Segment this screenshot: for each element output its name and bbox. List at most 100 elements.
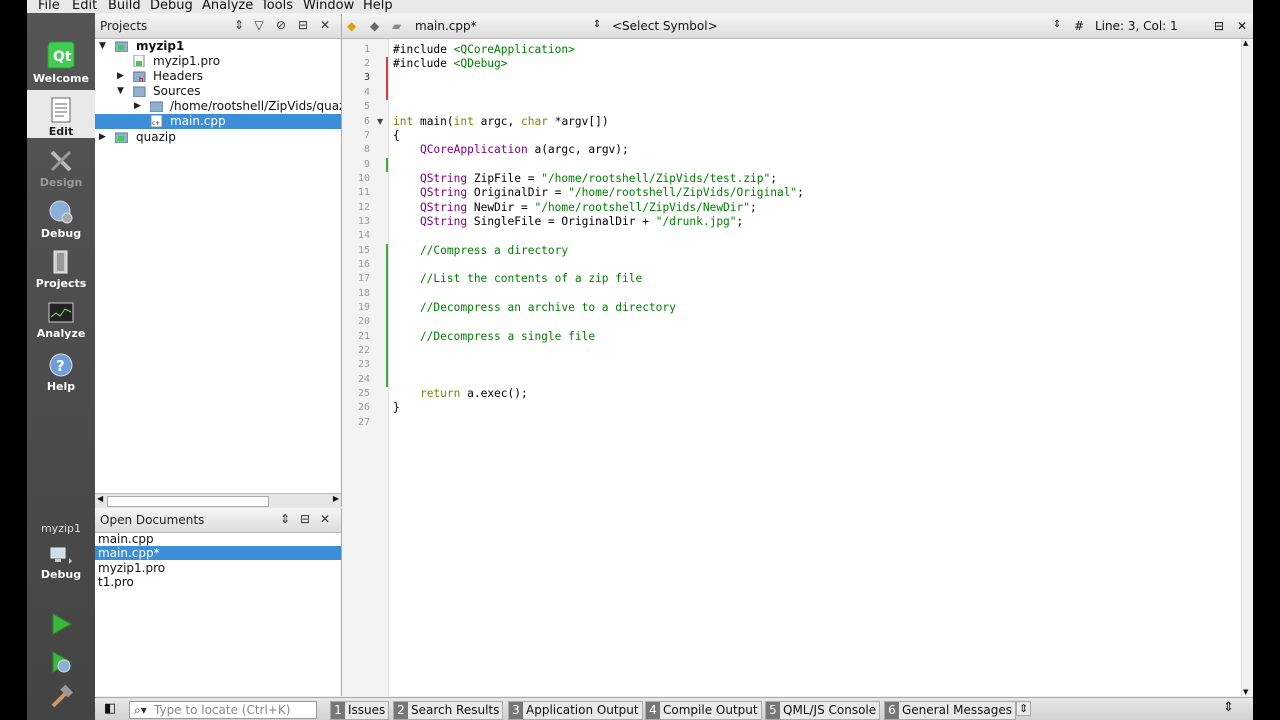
forward-arrow-icon[interactable]: ◆ [370, 19, 379, 33]
editor-toolbar: ◆ ◆ ▰ main.cpp* ⇕ <Select Symbol> ⇕ # Li… [342, 14, 1253, 39]
open-document-item[interactable]: main.cpp [95, 532, 341, 546]
mode-label-design: Design [39, 176, 83, 189]
mode-projects[interactable]: Projects [27, 249, 95, 290]
file-dropdown-icon[interactable]: ⇕ [593, 19, 601, 30]
tree-item-headers[interactable]: ▶ h Headers [95, 69, 341, 84]
close-editor-icon[interactable]: ✕ [1237, 19, 1247, 33]
project-folder-icon [115, 41, 128, 52]
line-number: 21 [357, 331, 370, 342]
tab-compile-output[interactable]: 4 Compile Output [645, 701, 762, 720]
expanded-arrow-icon[interactable]: ▼ [99, 39, 106, 54]
toggle-sidebar-icon[interactable]: ◧ [104, 701, 116, 716]
svg-text:?: ? [56, 357, 65, 375]
tree-item-quazip[interactable]: ▶ quazip [95, 130, 341, 145]
code-editor[interactable]: 1 2 3 4 5 6 7 8 9 10 11 12 13 14 15 16 1… [342, 39, 1253, 696]
collapsed-arrow-icon[interactable]: ▶ [117, 69, 124, 84]
symbol-selector[interactable]: <Select Symbol> [612, 19, 718, 33]
fold-arrow-icon[interactable]: ▼ [377, 115, 383, 129]
open-document-item[interactable]: main.cpp* [95, 546, 341, 560]
menu-debug[interactable]: Debug [150, 0, 193, 13]
search-icon: ⌕▾ [134, 703, 147, 717]
target-selector[interactable]: Debug [27, 546, 95, 581]
scroll-down-icon[interactable]: ▼ [1243, 688, 1248, 696]
menu-build[interactable]: Build [108, 0, 141, 13]
collapsed-arrow-icon[interactable]: ▶ [134, 99, 141, 114]
tab-application-output[interactable]: 3 Application Output [508, 701, 643, 720]
scrollbar-thumb[interactable] [107, 496, 269, 507]
code-line-8: QCoreApplication a(argc, argv); [419, 143, 629, 156]
split-icon[interactable]: ⊟ [295, 17, 311, 33]
menu-window[interactable]: Window [303, 0, 354, 13]
added-line-marker [386, 158, 388, 172]
mode-welcome[interactable]: Qt Welcome [27, 40, 95, 85]
build-button[interactable] [27, 684, 95, 712]
menu-help[interactable]: Help [363, 0, 393, 13]
close-icon[interactable]: ✕ [317, 511, 333, 527]
split-icon[interactable]: ⊟ [297, 511, 313, 527]
menu-file[interactable]: File [38, 0, 60, 13]
line-number: 23 [357, 359, 370, 370]
tree-label: quazip [136, 130, 176, 144]
line-number: 20 [357, 316, 370, 327]
mode-help[interactable]: ? Help [27, 352, 95, 393]
tree-item-main-cpp[interactable]: c+ main.cpp [95, 114, 341, 129]
view-selector-icon[interactable]: ⇕ [277, 511, 293, 527]
analyze-monitor-icon [48, 302, 74, 323]
horizontal-scrollbar[interactable]: ◀ ▶ [95, 493, 341, 508]
mode-analyze[interactable]: Analyze [27, 301, 95, 340]
hammer-icon [51, 684, 74, 708]
menu-analyze[interactable]: Analyze [202, 0, 253, 13]
tree-item-sources[interactable]: ▼ Sources [95, 84, 341, 99]
mode-edit[interactable]: Edit [27, 90, 95, 138]
tree-item-quazip-path[interactable]: ▶ /home/rootshell/ZipVids/quazip [95, 99, 341, 114]
tree-label: myzip1 [136, 39, 185, 53]
mode-debug[interactable]: Debug [27, 199, 95, 240]
tab-qml-console[interactable]: 5 QML/JS Console [765, 701, 881, 720]
mode-design[interactable]: Design [27, 148, 95, 189]
line-number: 6 [363, 116, 370, 127]
tab-number: 1 [331, 702, 345, 719]
scroll-right-icon[interactable]: ▶ [333, 494, 339, 503]
close-icon[interactable]: ✕ [317, 17, 333, 33]
locator-input[interactable]: ⌕▾ Type to locate (Ctrl+K) [129, 701, 317, 719]
cursor-position[interactable]: Line: 3, Col: 1 [1095, 19, 1178, 33]
line-number: 22 [357, 345, 370, 356]
more-tabs-icon[interactable]: ⇕ [1016, 701, 1032, 716]
code-line-17: //List the contents of a zip file [393, 272, 643, 285]
split-icon[interactable]: ⊟ [1214, 19, 1224, 33]
scroll-left-icon[interactable]: ◀ [97, 494, 103, 503]
tab-search-results[interactable]: 2 Search Results [393, 701, 504, 720]
tab-label: QML/JS Console [783, 703, 877, 717]
line-number: 25 [357, 388, 370, 399]
line-number: 27 [357, 417, 370, 428]
open-document-item[interactable]: t1.pro [95, 575, 341, 589]
tab-general-messages[interactable]: 6 General Messages [884, 701, 1016, 720]
hash-icon[interactable]: # [1074, 19, 1084, 33]
line-number: 26 [357, 402, 370, 413]
tab-issues[interactable]: 1 Issues [330, 701, 390, 720]
link-editor-icon[interactable]: ⊘ [273, 17, 289, 33]
line-number: 14 [357, 230, 370, 241]
menu-edit[interactable]: Edit [72, 0, 97, 13]
symbol-dropdown-icon[interactable]: ⇕ [1053, 19, 1061, 30]
tree-item-myzip1[interactable]: ▼ myzip1 [95, 39, 341, 54]
projects-view-selector[interactable]: ⇕ [231, 17, 247, 33]
expanded-arrow-icon[interactable]: ▼ [117, 84, 124, 99]
debug-run-button[interactable] [27, 649, 95, 677]
code-line-2: #include <QDebug> [393, 57, 508, 70]
filter-icon[interactable]: ▽ [251, 17, 267, 33]
file-selector[interactable]: main.cpp* [415, 19, 477, 33]
run-button[interactable] [27, 611, 95, 639]
back-arrow-icon[interactable]: ◆ [347, 19, 356, 33]
menu-bar: File Edit Build Debug Analyze Tools Wind… [27, 0, 1253, 13]
projects-tree: ▼ myzip1 myzip1.pro ▶ h Headers ▼ Source… [95, 14, 342, 508]
vertical-scrollbar[interactable]: ▲ ▼ [1241, 39, 1253, 696]
collapsed-arrow-icon[interactable]: ▶ [99, 130, 106, 145]
scroll-up-icon[interactable]: ▲ [1243, 39, 1248, 47]
tab-number: 4 [646, 702, 660, 719]
open-document-item[interactable]: myzip1.pro [95, 561, 341, 575]
maximize-pane-icon[interactable]: ⇕ [1223, 700, 1234, 715]
menu-tools[interactable]: Tools [261, 0, 293, 13]
pro-file-icon [133, 55, 145, 67]
tree-item-pro-file[interactable]: myzip1.pro [95, 54, 341, 69]
